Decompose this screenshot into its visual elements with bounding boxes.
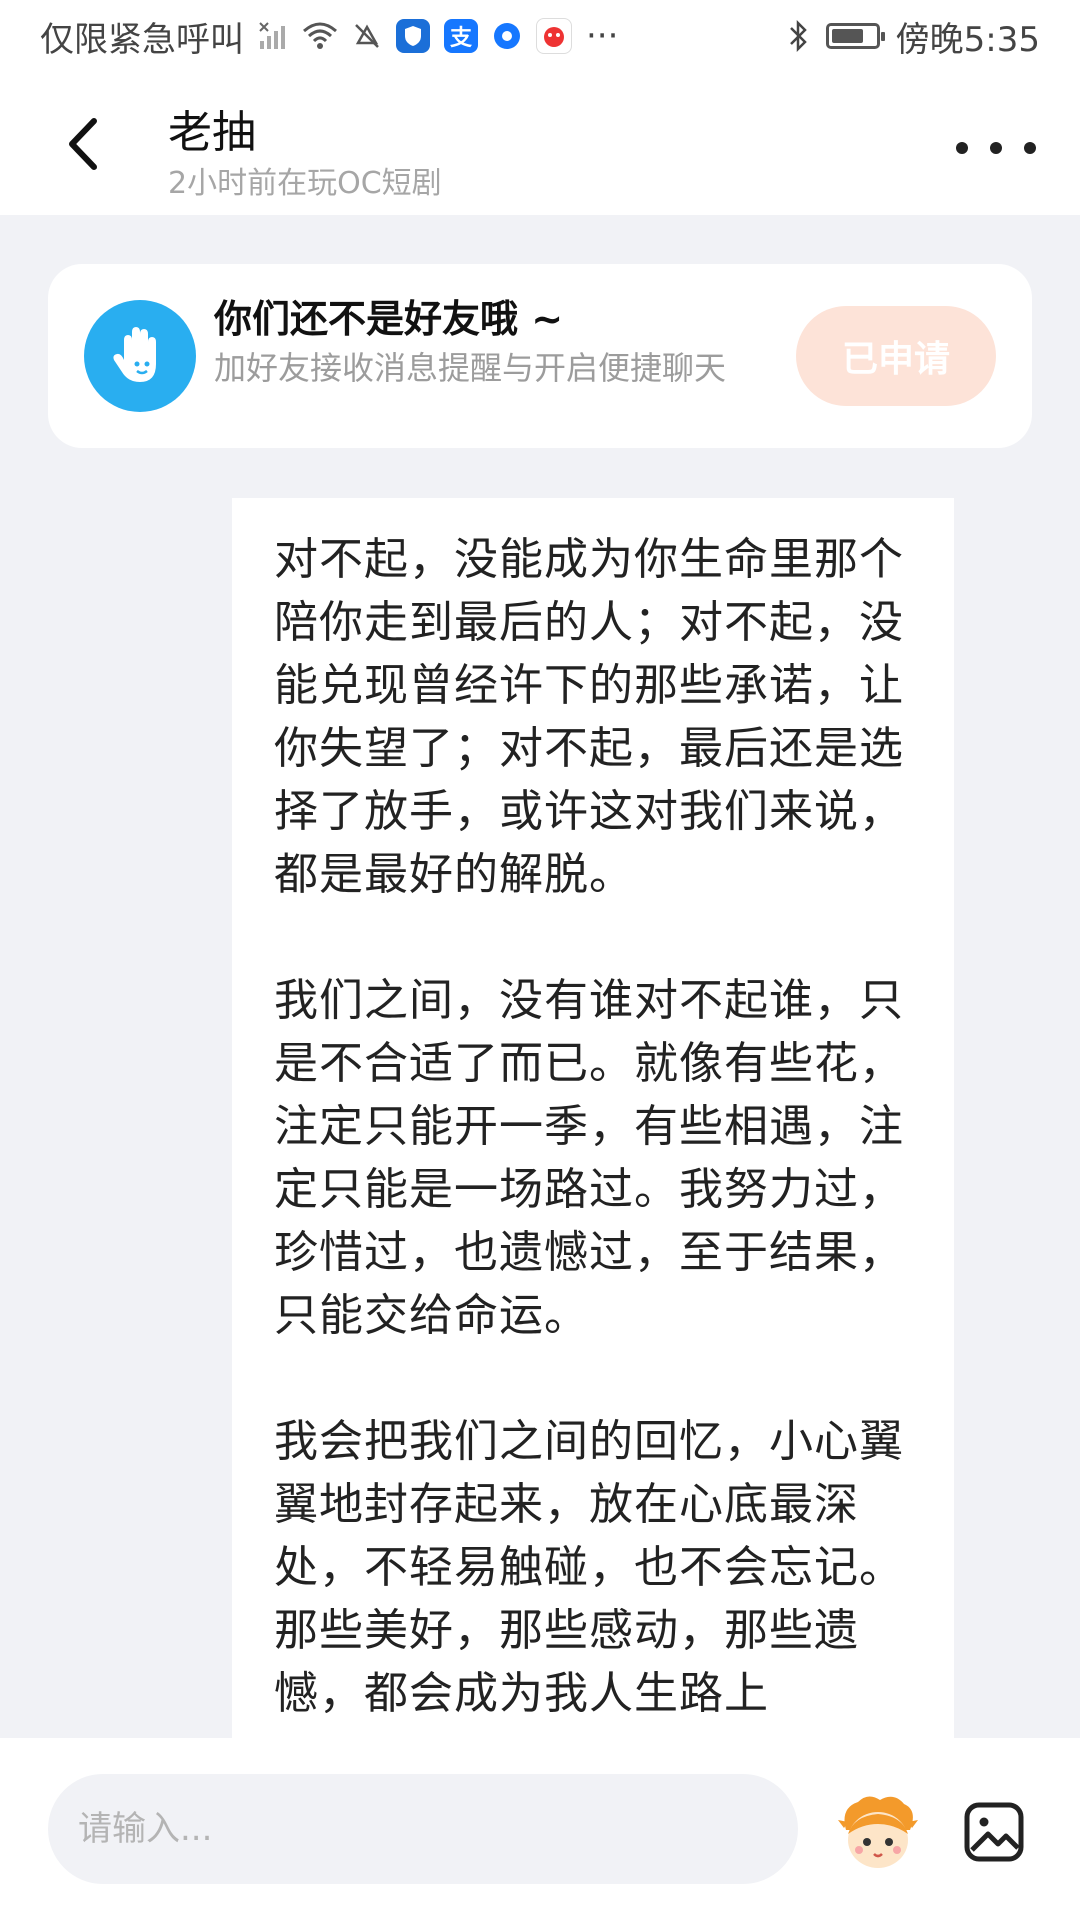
friend-request-card: 你们还不是好友哦 ~ 加好友接收消息提醒与开启便捷聊天 已申请 — [48, 264, 1032, 448]
message-text: 对不起，没能成为你生命里那个陪你走到最后的人；对不起，没能兑现曾经许下的那些承诺… — [274, 534, 904, 1719]
message-input[interactable] — [48, 1774, 798, 1884]
alipay-icon: 支 — [444, 19, 478, 53]
message-bubble[interactable]: 对不起，没能成为你生命里那个陪你走到最后的人；对不起，没能兑现曾经许下的那些承诺… — [232, 498, 954, 1738]
wave-hand-icon — [84, 300, 196, 412]
bluetooth-icon — [788, 19, 810, 53]
chat-subtitle: 2小时前在玩OC短剧 — [168, 166, 442, 201]
carrier-text: 仅限紧急呼叫 — [40, 19, 244, 60]
app-circle-icon — [492, 21, 522, 51]
friend-card-description: 加好友接收消息提醒与开启便捷聊天 — [214, 349, 727, 387]
emoji-button[interactable] — [834, 1790, 922, 1878]
back-arrow-icon — [69, 118, 97, 170]
mascot-app-icon — [536, 18, 572, 54]
image-icon — [964, 1802, 1024, 1862]
more-dot-icon — [990, 142, 1002, 154]
more-notifications-text: ··· — [586, 16, 619, 56]
status-time: 傍晚5:35 — [895, 19, 1040, 60]
more-dot-icon — [956, 142, 968, 154]
more-dot-icon — [1024, 142, 1036, 154]
image-button[interactable] — [958, 1796, 1030, 1868]
chat-header: 老抽 2小时前在玩OC短剧 — [0, 72, 1080, 215]
friend-card-title: 你们还不是好友哦 ~ — [214, 297, 564, 341]
chat-title: 老抽 — [168, 107, 256, 158]
signal-icon — [258, 21, 288, 51]
more-options-button[interactable] — [956, 128, 1036, 168]
back-button[interactable] — [52, 112, 112, 176]
input-bar — [0, 1738, 1080, 1920]
shield-app-icon — [396, 19, 430, 53]
mascot-face-icon — [838, 1796, 918, 1868]
mute-icon — [352, 21, 382, 51]
status-bar: 仅限紧急呼叫 支 ··· 傍晚5:35 — [0, 0, 1080, 72]
battery-icon — [825, 23, 885, 49]
wifi-icon — [302, 21, 338, 51]
applied-button[interactable]: 已申请 — [796, 306, 996, 406]
